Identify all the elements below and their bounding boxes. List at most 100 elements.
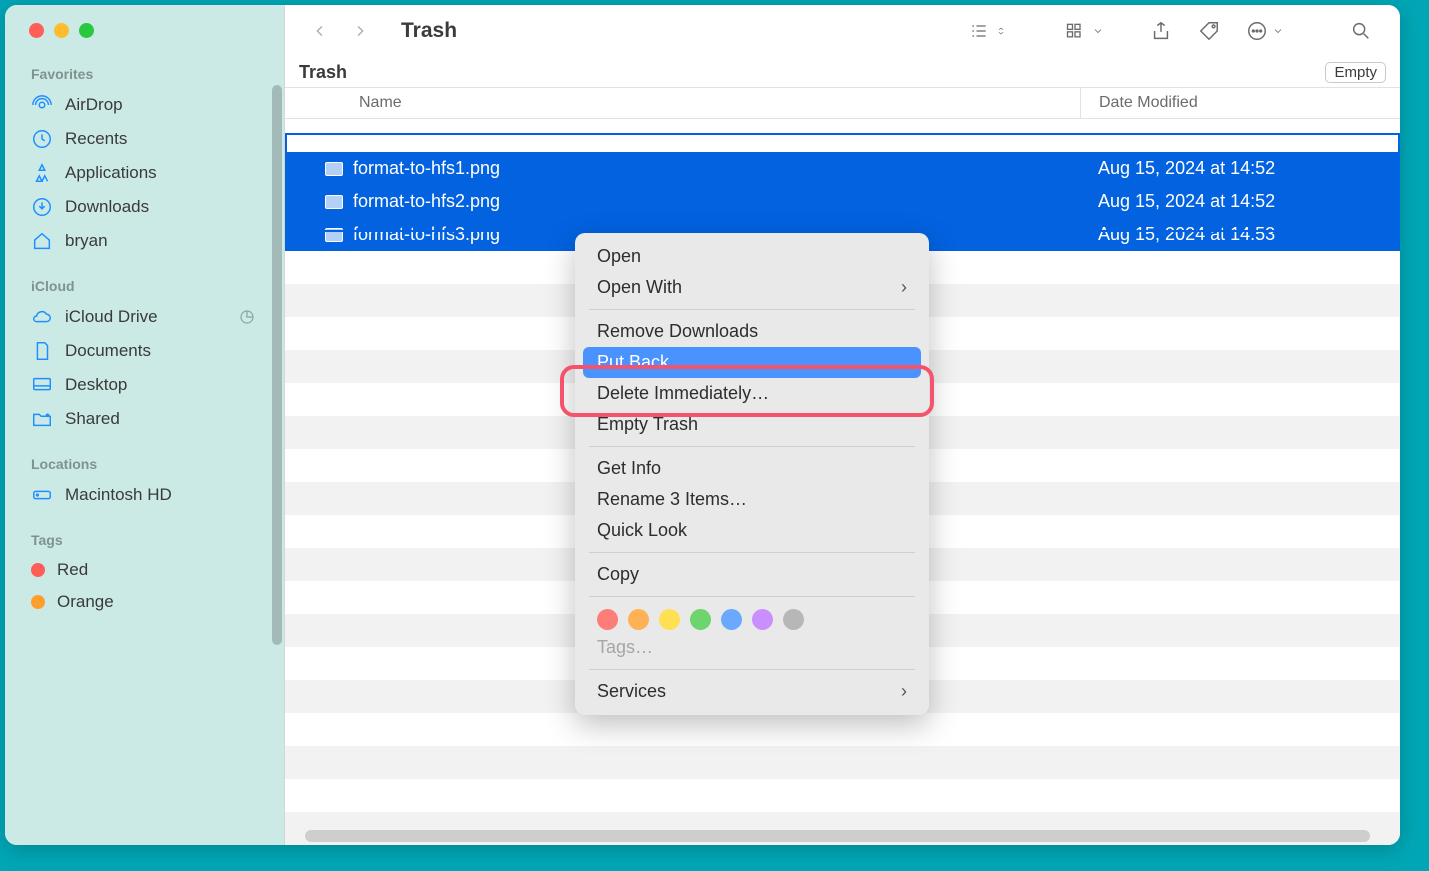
menu-item-quick-look[interactable]: Quick Look	[575, 515, 929, 546]
sidebar-item-macintosh-hd[interactable]: Macintosh HD	[5, 478, 284, 512]
group-button[interactable]	[1056, 21, 1110, 41]
window-controls	[5, 23, 284, 38]
sidebar-item-label: Documents	[65, 341, 151, 361]
menu-item-put-back[interactable]: Put Back	[583, 347, 921, 378]
file-icon	[325, 195, 343, 209]
tags-button[interactable]	[1192, 20, 1226, 42]
download-icon	[31, 196, 53, 218]
file-name: format-to-hfs2.png	[353, 191, 500, 212]
sidebar-item-label: Shared	[65, 409, 120, 429]
file-icon	[325, 162, 343, 176]
sidebar-section-locations: Locations	[5, 450, 284, 478]
menu-item-get-info[interactable]: Get Info	[575, 453, 929, 484]
sidebar-item-home[interactable]: bryan	[5, 224, 284, 258]
sidebar-item-label: iCloud Drive	[65, 307, 158, 327]
close-window-button[interactable]	[29, 23, 44, 38]
chevron-right-icon: ›	[901, 277, 907, 298]
file-name: format-to-hfs1.png	[353, 158, 500, 179]
file-row[interactable]: format-to-hfs2.png Aug 15, 2024 at 14:52	[285, 185, 1400, 218]
sidebar-item-applications[interactable]: Applications	[5, 156, 284, 190]
file-date: Aug 15, 2024 at 14:52	[1080, 158, 1400, 179]
file-date: Aug 15, 2024 at 14:52	[1080, 191, 1400, 212]
sidebar-item-desktop[interactable]: Desktop	[5, 368, 284, 402]
share-button[interactable]	[1144, 20, 1178, 42]
file-row[interactable]: format-to-hfs1.png Aug 15, 2024 at 14:52	[285, 152, 1400, 185]
sidebar-scrollbar[interactable]	[272, 85, 282, 645]
sidebar-section-favorites: Favorites	[5, 60, 284, 88]
pie-progress-icon	[236, 306, 258, 328]
sidebar-item-icloud-drive[interactable]: iCloud Drive	[5, 300, 284, 334]
tag-color-gray[interactable]	[783, 609, 804, 630]
horizontal-scrollbar[interactable]	[305, 830, 1370, 842]
finder-window: Favorites AirDrop Recents Applications D…	[5, 5, 1400, 845]
chevron-right-icon: ›	[901, 681, 907, 702]
menu-item-services[interactable]: Services›	[575, 676, 929, 707]
location-title: Trash	[299, 62, 347, 83]
forward-button[interactable]	[347, 18, 373, 44]
column-date-modified[interactable]: Date Modified	[1080, 88, 1400, 118]
desktop-icon	[31, 374, 53, 396]
menu-divider	[589, 669, 915, 670]
more-actions-button[interactable]	[1240, 20, 1290, 42]
menu-item-open[interactable]: Open	[575, 241, 929, 272]
tag-color-blue[interactable]	[721, 609, 742, 630]
sidebar-tag-orange[interactable]: Orange	[5, 586, 284, 618]
home-icon	[31, 230, 53, 252]
airdrop-icon	[31, 94, 53, 116]
menu-item-open-with[interactable]: Open With›	[575, 272, 929, 303]
sidebar-item-label: Downloads	[65, 197, 149, 217]
clock-icon	[31, 128, 53, 150]
menu-item-remove-downloads[interactable]: Remove Downloads	[575, 316, 929, 347]
tag-dot-icon	[31, 595, 45, 609]
fullscreen-window-button[interactable]	[79, 23, 94, 38]
menu-item-empty-trash[interactable]: Empty Trash	[575, 409, 929, 440]
chevron-down-icon	[1092, 25, 1104, 37]
sidebar-item-label: Red	[57, 560, 88, 580]
spacer-row	[285, 119, 1400, 152]
sidebar-item-label: Desktop	[65, 375, 127, 395]
menu-divider	[589, 446, 915, 447]
shared-folder-icon	[31, 408, 53, 430]
empty-row	[285, 713, 1400, 746]
tag-color-purple[interactable]	[752, 609, 773, 630]
minimize-window-button[interactable]	[54, 23, 69, 38]
menu-item-copy[interactable]: Copy	[575, 559, 929, 590]
file-date: Aug 15, 2024 at 14:53	[1080, 224, 1400, 245]
sidebar-section-icloud: iCloud	[5, 272, 284, 300]
menu-divider	[589, 309, 915, 310]
sidebar-item-label: AirDrop	[65, 95, 123, 115]
sidebar-item-label: Orange	[57, 592, 114, 612]
chevron-down-icon	[1272, 25, 1284, 37]
file-icon	[325, 228, 343, 242]
apps-icon	[31, 162, 53, 184]
doc-icon	[31, 340, 53, 362]
back-button[interactable]	[307, 18, 333, 44]
menu-divider	[589, 596, 915, 597]
empty-row	[285, 779, 1400, 812]
sidebar-item-shared[interactable]: Shared	[5, 402, 284, 436]
search-button[interactable]	[1344, 20, 1378, 42]
sidebar-item-recents[interactable]: Recents	[5, 122, 284, 156]
cloud-icon	[31, 306, 53, 328]
context-menu: Open Open With› Remove Downloads Put Bac…	[575, 233, 929, 715]
view-list-button[interactable]	[960, 21, 1012, 41]
menu-item-rename[interactable]: Rename 3 Items…	[575, 484, 929, 515]
sidebar-item-downloads[interactable]: Downloads	[5, 190, 284, 224]
menu-tag-colors	[575, 603, 929, 632]
sidebar-item-airdrop[interactable]: AirDrop	[5, 88, 284, 122]
empty-row	[285, 746, 1400, 779]
menu-item-delete-immediately[interactable]: Delete Immediately…	[575, 378, 929, 409]
sidebar-tag-red[interactable]: Red	[5, 554, 284, 586]
tag-color-red[interactable]	[597, 609, 618, 630]
tag-color-yellow[interactable]	[659, 609, 680, 630]
menu-item-tags[interactable]: Tags…	[575, 632, 929, 663]
tag-dot-icon	[31, 563, 45, 577]
tag-color-green[interactable]	[690, 609, 711, 630]
column-name[interactable]: Name	[285, 94, 1080, 112]
sidebar-item-label: Recents	[65, 129, 127, 149]
sidebar-item-documents[interactable]: Documents	[5, 334, 284, 368]
empty-trash-button[interactable]: Empty	[1325, 62, 1386, 83]
menu-divider	[589, 552, 915, 553]
tag-color-orange[interactable]	[628, 609, 649, 630]
chevron-up-down-icon	[996, 21, 1006, 41]
